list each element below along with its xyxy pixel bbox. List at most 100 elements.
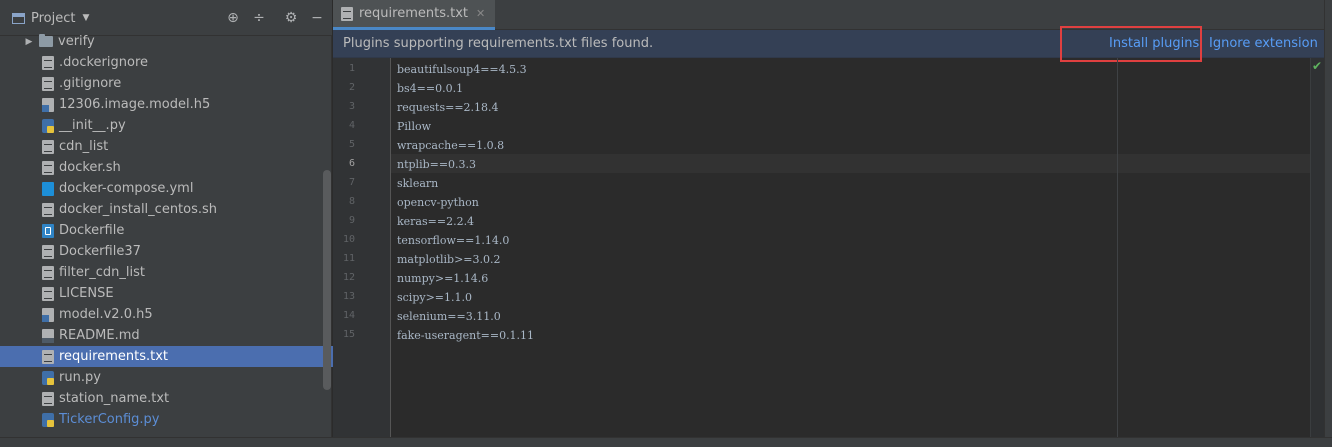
tree-item-label: .gitignore [59, 76, 122, 91]
text-file-icon [42, 139, 54, 154]
bottom-tool-bar [0, 437, 1332, 447]
code-line: keras==2.2.4 [397, 215, 475, 228]
line-number: 10 [342, 234, 355, 245]
code-line: beautifulsoup4==4.5.3 [397, 63, 527, 76]
tree-item[interactable]: Dockerfile [0, 220, 374, 241]
tree-item-label: TickerConfig.py [59, 412, 160, 427]
tree-item[interactable]: docker_install_centos.sh [0, 199, 374, 220]
tree-scrollbar[interactable] [323, 170, 331, 390]
collapse-icon[interactable]: ÷ [251, 10, 267, 26]
tree-item[interactable]: TickerConfig.py [0, 409, 374, 430]
install-plugins-highlight-box [1060, 26, 1202, 62]
line-number: 14 [342, 310, 355, 321]
tree-item[interactable]: docker-compose.yml [0, 178, 374, 199]
code-line: scipy>=1.1.0 [397, 291, 473, 304]
line-number: 1 [348, 63, 355, 74]
text-file-icon [341, 6, 353, 21]
target-icon[interactable]: ⊕ [225, 10, 241, 26]
tree-item-label: Dockerfile37 [59, 244, 141, 259]
text-file-icon [42, 349, 54, 364]
code-line: matplotlib>=3.0.2 [397, 253, 501, 266]
tree-item[interactable]: requirements.txt [0, 346, 364, 367]
line-number: 3 [348, 101, 355, 112]
line-number: 4 [348, 120, 355, 131]
tree-item[interactable]: run.py [0, 367, 374, 388]
tree-item-label: docker-compose.yml [59, 181, 194, 196]
chevron-down-icon[interactable]: ▼ [82, 13, 89, 23]
tab-requirements[interactable]: requirements.txt ✕ [333, 0, 496, 30]
code-line: sklearn [397, 177, 439, 190]
code-line: Pillow [397, 120, 431, 133]
python-file-icon [42, 412, 54, 427]
text-file-icon [42, 76, 54, 91]
tree-item[interactable]: model.v2.0.h5 [0, 304, 374, 325]
right-margin-guide [1117, 58, 1118, 447]
tree-item-label: .dockerignore [59, 55, 149, 70]
code-line: selenium==3.11.0 [397, 310, 501, 323]
tree-item[interactable]: .dockerignore [0, 52, 374, 73]
tree-item-label: model.v2.0.h5 [59, 307, 153, 322]
project-tree: ▶ verify .dockerignore .gitignore 12306.imag… [0, 31, 364, 447]
current-line-highlight [391, 154, 1324, 173]
line-number: 8 [348, 196, 355, 207]
markdown-file-icon [42, 328, 54, 343]
tree-item-label: Dockerfile [59, 223, 125, 238]
line-number-gutter: 1 2 3 4 5 6 7 8 9 10 11 12 13 14 15 [333, 58, 391, 447]
tree-item-label: station_name.txt [59, 391, 170, 406]
tree-item[interactable]: __init__.py [0, 115, 374, 136]
dockerfile-icon [42, 223, 54, 238]
tree-item-label: __init__.py [59, 118, 126, 133]
code-line: ntplib==0.3.3 [397, 158, 477, 171]
line-number: 12 [342, 272, 355, 283]
tree-item[interactable]: filter_cdn_list [0, 262, 374, 283]
gear-icon[interactable]: ⚙ [283, 10, 299, 26]
text-file-icon [42, 55, 54, 70]
line-number: 13 [342, 291, 355, 302]
tree-item-label: verify [58, 34, 95, 49]
line-number: 2 [348, 82, 355, 93]
tree-item[interactable]: station_name.txt [0, 388, 374, 409]
python-file-icon [42, 118, 54, 133]
tree-item-label: run.py [59, 370, 101, 385]
chevron-right-icon[interactable]: ▶ [22, 37, 36, 47]
tree-item[interactable]: README.md [0, 325, 374, 346]
h5-file-icon [42, 307, 54, 322]
code-line: requests==2.18.4 [397, 101, 499, 114]
tree-item-label: cdn_list [59, 139, 109, 154]
tree-item[interactable]: ▶ verify [0, 31, 354, 52]
project-window-icon [12, 12, 25, 24]
project-panel: Project ▼ ⊕ ÷ ⚙ − ▶ verify .dockerignore .g… [0, 0, 364, 447]
line-number: 15 [342, 329, 355, 340]
text-file-icon [42, 244, 54, 259]
tree-item-label: filter_cdn_list [59, 265, 145, 280]
code-line: wrapcache==1.0.8 [397, 139, 505, 152]
python-file-icon [42, 370, 54, 385]
yaml-file-icon [42, 181, 54, 196]
code-line: opencv-python [397, 196, 479, 209]
line-number: 6 [348, 158, 355, 169]
tree-item-label: docker.sh [59, 160, 121, 175]
tree-item[interactable]: .gitignore [0, 73, 374, 94]
tree-item-label: LICENSE [59, 286, 114, 301]
ignore-extension-link[interactable]: Ignore extension [1209, 36, 1318, 51]
h5-file-icon [42, 97, 54, 112]
project-view-selector[interactable]: Project ▼ [12, 10, 89, 26]
right-tool-strip [1324, 0, 1332, 447]
line-number: 7 [348, 177, 355, 188]
close-icon[interactable]: ✕ [476, 7, 485, 20]
line-number: 9 [348, 215, 355, 226]
tree-item[interactable]: LICENSE [0, 283, 374, 304]
tree-item[interactable]: Dockerfile37 [0, 241, 374, 262]
line-number: 5 [348, 139, 355, 150]
tree-item-label: requirements.txt [59, 349, 169, 364]
error-stripe[interactable] [1310, 58, 1324, 447]
checkmark-icon: ✔ [1312, 59, 1323, 73]
tree-item[interactable]: cdn_list [0, 136, 374, 157]
tree-item[interactable]: 12306.image.model.h5 [0, 94, 374, 115]
minimize-icon[interactable]: − [309, 10, 325, 26]
text-file-icon [42, 265, 54, 280]
line-number: 11 [342, 253, 355, 264]
code-line: bs4==0.0.1 [397, 82, 464, 95]
tree-item[interactable]: docker.sh [0, 157, 374, 178]
code-line: numpy>=1.14.6 [397, 272, 489, 285]
